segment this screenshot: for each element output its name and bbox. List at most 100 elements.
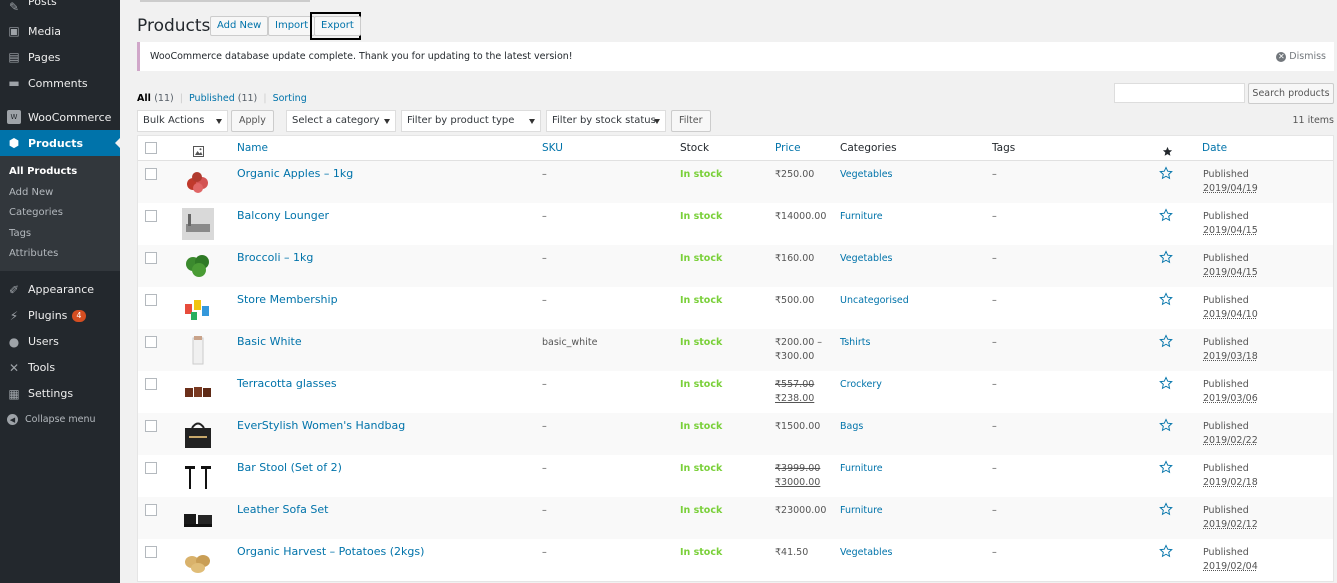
apply-button[interactable]: Apply: [231, 110, 274, 132]
column-sku[interactable]: SKU: [542, 136, 563, 160]
category-select[interactable]: Select a category: [286, 110, 396, 132]
menu-label: Media: [28, 24, 62, 38]
main-content: Products Add New Import Export WooCommer…: [120, 0, 1337, 583]
menu-users[interactable]: ● Users: [0, 329, 120, 355]
product-name-link[interactable]: Bar Stool (Set of 2): [237, 461, 342, 475]
product-name-link[interactable]: Organic Harvest – Potatoes (2kgs): [237, 545, 424, 559]
row-checkbox[interactable]: [145, 252, 157, 264]
column-stock: Stock: [680, 142, 710, 154]
product-name-link[interactable]: Leather Sofa Set: [237, 503, 328, 517]
featured-star-icon[interactable]: [1159, 292, 1173, 311]
product-name-link[interactable]: Terracotta glasses: [237, 377, 337, 391]
product-thumbnail[interactable]: [182, 418, 214, 450]
featured-star-icon[interactable]: [1159, 502, 1173, 521]
wrench-icon: ✕: [8, 360, 20, 375]
featured-star-icon[interactable]: [1159, 418, 1173, 437]
menu-plugins[interactable]: ⚡ Plugins 4: [0, 303, 120, 329]
submenu-categories[interactable]: Categories: [0, 203, 120, 224]
product-date: Published 2019/02/22: [1203, 421, 1258, 446]
product-category-link[interactable]: Furniture: [840, 504, 883, 518]
product-thumbnail[interactable]: [182, 460, 214, 492]
dismiss-label: Dismiss: [1289, 51, 1326, 62]
submenu-all-products[interactable]: All Products: [0, 162, 120, 183]
product-name-link[interactable]: Store Membership: [237, 293, 338, 307]
row-checkbox[interactable]: [145, 546, 157, 558]
filter-button[interactable]: Filter: [671, 110, 711, 132]
featured-star-icon[interactable]: [1159, 544, 1173, 563]
column-price[interactable]: Price: [775, 136, 801, 160]
product-category-link[interactable]: Furniture: [840, 462, 883, 476]
view-published-link[interactable]: Published (11): [189, 93, 257, 104]
search-products-button[interactable]: Search products: [1248, 83, 1334, 104]
add-new-button[interactable]: Add New: [210, 16, 269, 36]
submenu-add-new[interactable]: Add New: [0, 183, 120, 204]
product-thumbnail[interactable]: [182, 292, 214, 324]
product-name-link[interactable]: Organic Apples – 1kg: [237, 167, 353, 181]
row-checkbox[interactable]: [145, 504, 157, 516]
menu-settings[interactable]: ▦ Settings: [0, 381, 120, 407]
product-tags: –: [992, 463, 997, 474]
menu-products[interactable]: ⬢ Products: [0, 130, 120, 156]
product-category-link[interactable]: Tshirts: [840, 336, 870, 350]
row-checkbox[interactable]: [145, 462, 157, 474]
menu-comments[interactable]: ▬ Comments: [0, 70, 120, 96]
row-checkbox[interactable]: [145, 210, 157, 222]
row-checkbox[interactable]: [145, 420, 157, 432]
import-button[interactable]: Import: [268, 16, 316, 36]
view-all-link[interactable]: All (11): [137, 93, 174, 104]
product-category-link[interactable]: Uncategorised: [840, 294, 909, 308]
column-date[interactable]: Date: [1202, 136, 1227, 160]
menu-pages[interactable]: ▤ Pages: [0, 44, 120, 70]
product-thumbnail[interactable]: [182, 166, 214, 198]
select-all-checkbox[interactable]: [145, 142, 157, 154]
product-name-link[interactable]: Balcony Lounger: [237, 209, 329, 223]
product-price: ₹23000.00: [775, 505, 827, 516]
featured-star-icon[interactable]: [1159, 208, 1173, 227]
export-button[interactable]: Export: [314, 16, 361, 36]
product-name-link[interactable]: Broccoli – 1kg: [237, 251, 313, 265]
product-thumbnail[interactable]: [182, 502, 214, 534]
table-row: Store Membership – In stock ₹500.00 Uncatego…: [138, 287, 1333, 329]
menu-media[interactable]: ▣ Media: [0, 18, 120, 44]
product-thumbnail[interactable]: [182, 250, 214, 282]
product-thumbnail[interactable]: [182, 208, 214, 240]
row-checkbox[interactable]: [145, 294, 157, 306]
product-category-link[interactable]: Vegetables: [840, 168, 893, 182]
product-category-link[interactable]: Crockery: [840, 378, 882, 392]
menu-tools[interactable]: ✕ Tools: [0, 355, 120, 381]
menu-appearance[interactable]: ✐ Appearance: [0, 277, 120, 303]
menu-posts[interactable]: ✎ Posts: [0, 0, 120, 14]
featured-star-icon[interactable]: [1159, 166, 1173, 185]
product-name-link[interactable]: EverStylish Women's Handbag: [237, 419, 405, 433]
row-checkbox[interactable]: [145, 168, 157, 180]
bulk-actions-select[interactable]: Bulk Actions: [137, 110, 228, 132]
row-checkbox[interactable]: [145, 378, 157, 390]
product-thumbnail[interactable]: [182, 544, 214, 576]
submenu-attributes[interactable]: Attributes: [0, 244, 120, 265]
column-name[interactable]: Name: [237, 136, 268, 160]
collapse-menu-button[interactable]: ◀ Collapse menu: [0, 407, 120, 433]
product-thumbnail[interactable]: [182, 376, 214, 408]
stock-status-select[interactable]: Filter by stock status: [546, 110, 666, 132]
product-name-link[interactable]: Basic White: [237, 335, 302, 349]
product-category-link[interactable]: Vegetables: [840, 546, 893, 560]
dismiss-button[interactable]: ✕ Dismiss: [1276, 42, 1326, 71]
table-row: Broccoli – 1kg – In stock ₹160.00 Vegetables…: [138, 245, 1333, 287]
product-category-link[interactable]: Bags: [840, 420, 863, 434]
product-category-link[interactable]: Vegetables: [840, 252, 893, 266]
featured-star-icon[interactable]: [1159, 460, 1173, 479]
page-title: Products: [137, 16, 211, 36]
search-input[interactable]: [1114, 83, 1245, 103]
featured-star-icon[interactable]: [1159, 376, 1173, 395]
menu-woocommerce[interactable]: W WooCommerce: [0, 104, 120, 130]
plugin-icon: ⚡: [9, 308, 19, 323]
featured-star-icon[interactable]: [1159, 334, 1173, 353]
product-date: Published 2019/04/15: [1203, 253, 1258, 278]
row-checkbox[interactable]: [145, 336, 157, 348]
submenu-tags[interactable]: Tags: [0, 224, 120, 245]
product-type-select[interactable]: Filter by product type: [401, 110, 541, 132]
featured-star-icon[interactable]: [1159, 250, 1173, 269]
view-sorting-link[interactable]: Sorting: [273, 93, 307, 104]
product-category-link[interactable]: Furniture: [840, 210, 883, 224]
product-thumbnail[interactable]: [182, 334, 214, 366]
